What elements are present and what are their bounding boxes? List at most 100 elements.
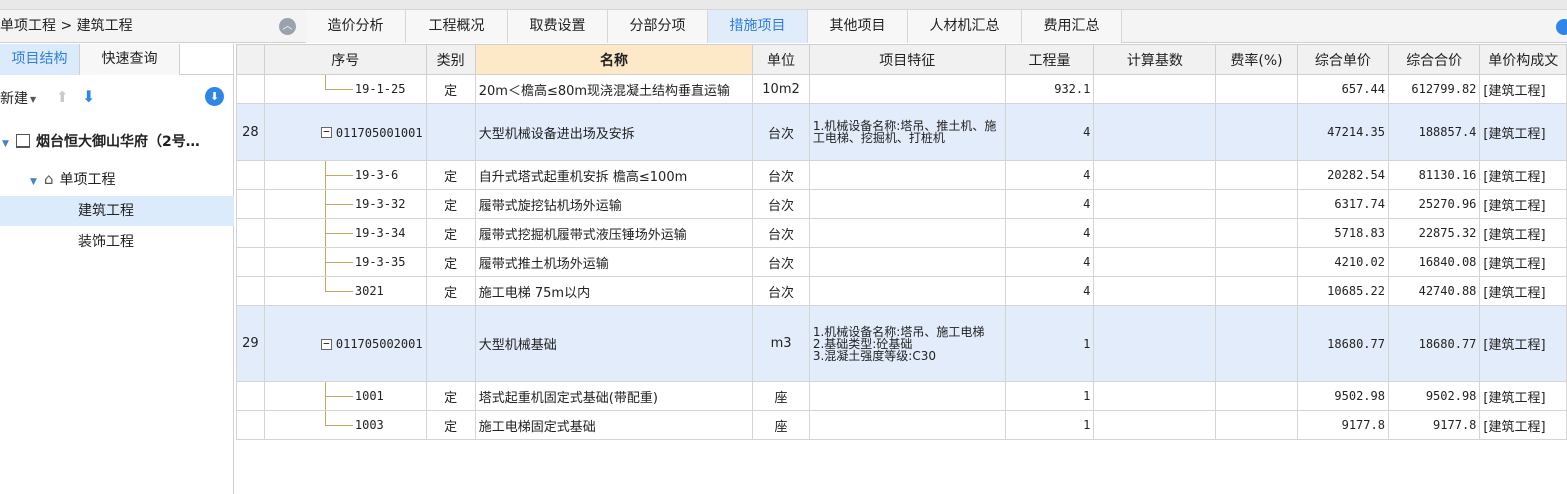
cell-quantity[interactable]: 932.1 bbox=[1004, 74, 1095, 104]
cell-feature[interactable] bbox=[808, 160, 1006, 190]
table-row[interactable]: 1001 定塔式起重机固定式基础(带配重) 座 1 9502.98 9502.98 [建筑工… bbox=[236, 381, 1567, 411]
cell-name[interactable]: 履带式旋挖钻机场外运输 bbox=[474, 189, 754, 219]
tab-cost-analysis[interactable]: 造价分析 bbox=[306, 10, 406, 43]
cell-base[interactable] bbox=[1093, 74, 1217, 104]
collapse-up-icon[interactable]: ︿ bbox=[279, 18, 296, 35]
cell-name[interactable]: 履带式推土机场外运输 bbox=[474, 247, 754, 277]
cell-serial[interactable]: 19-3-35 bbox=[263, 247, 427, 277]
tree-expand-icon[interactable]: ▼ bbox=[2, 129, 16, 159]
cell-unit-price[interactable]: 9177.8 bbox=[1296, 410, 1389, 440]
cell-quantity[interactable]: 4 bbox=[1004, 103, 1095, 161]
tree-item-project-root[interactable]: ▼ 烟台恒大御山华府（2号… bbox=[0, 127, 234, 157]
cell-serial[interactable]: 3021 bbox=[263, 276, 427, 306]
cell-name[interactable]: 履带式挖掘机履带式液压锤场外运输 bbox=[474, 218, 754, 248]
cell-rate[interactable] bbox=[1215, 160, 1298, 190]
cell-feature[interactable] bbox=[808, 276, 1006, 306]
cell-base[interactable] bbox=[1093, 103, 1217, 161]
cell-type[interactable]: 定 bbox=[425, 247, 476, 277]
cell-name[interactable]: 施工电梯 75m以内 bbox=[474, 276, 754, 306]
cell-price-composition[interactable]: [建筑工程] bbox=[1479, 305, 1567, 382]
move-up-icon[interactable]: ⬆ bbox=[56, 88, 69, 106]
cell-feature[interactable] bbox=[808, 247, 1006, 277]
cell-serial[interactable]: 19-1-25 bbox=[263, 74, 427, 104]
cell-rate[interactable] bbox=[1215, 410, 1298, 440]
cell-unit[interactable]: 10m2 bbox=[752, 74, 810, 104]
cell-total-price[interactable]: 188857.4 bbox=[1387, 103, 1481, 161]
cell-feature[interactable] bbox=[808, 189, 1006, 219]
cell-rate[interactable] bbox=[1215, 247, 1298, 277]
cell-feature[interactable] bbox=[808, 74, 1006, 104]
cell-unit[interactable]: 台次 bbox=[752, 103, 810, 161]
cell-rate[interactable] bbox=[1215, 189, 1298, 219]
cell-type[interactable] bbox=[425, 305, 476, 382]
tab-other-items[interactable]: 其他项目 bbox=[808, 10, 908, 43]
cell-total-price[interactable]: 9177.8 bbox=[1387, 410, 1481, 440]
cell-unit-price[interactable]: 5718.83 bbox=[1296, 218, 1389, 248]
table-row[interactable]: 19-3-34 定履带式挖掘机履带式液压锤场外运输 台次 4 5718.83 22875.… bbox=[236, 218, 1567, 248]
cell-quantity[interactable]: 4 bbox=[1004, 160, 1095, 190]
cell-quantity[interactable]: 1 bbox=[1004, 305, 1095, 382]
cell-quantity[interactable]: 4 bbox=[1004, 247, 1095, 277]
cell-unit-price[interactable]: 657.44 bbox=[1296, 74, 1389, 104]
table-row[interactable]: 19-3-35 定履带式推土机场外运输 台次 4 4210.02 16840.08 [建筑工… bbox=[236, 247, 1567, 277]
cell-total-price[interactable]: 25270.96 bbox=[1387, 189, 1481, 219]
cell-unit[interactable]: m3 bbox=[752, 305, 810, 382]
cell-rate[interactable] bbox=[1215, 381, 1298, 411]
cell-price-composition[interactable]: [建筑工程] bbox=[1479, 218, 1567, 248]
cell-type[interactable] bbox=[425, 103, 476, 161]
table-row[interactable]: 19-3-32 定履带式旋挖钻机场外运输 台次 4 6317.74 25270.96 [建筑… bbox=[236, 189, 1567, 219]
cell-unit[interactable]: 台次 bbox=[752, 218, 810, 248]
download-icon[interactable]: ⬇ bbox=[205, 87, 224, 106]
tab-measures[interactable]: 措施项目 bbox=[708, 10, 808, 43]
tab-quick-search[interactable]: 快速查询 bbox=[80, 44, 180, 75]
cell-serial[interactable]: 19-3-32 bbox=[263, 189, 427, 219]
cell-type[interactable]: 定 bbox=[425, 189, 476, 219]
col-header-unit[interactable]: 单位 bbox=[752, 44, 810, 75]
tab-project-structure[interactable]: 项目结构 bbox=[0, 44, 80, 75]
cell-unit-price[interactable]: 20282.54 bbox=[1296, 160, 1389, 190]
collapse-minus-icon[interactable]: − bbox=[320, 338, 332, 350]
cell-base[interactable] bbox=[1093, 247, 1217, 277]
cell-price-composition[interactable]: [建筑工程] bbox=[1479, 189, 1567, 219]
col-header-price-composition[interactable]: 单价构成文 bbox=[1479, 44, 1567, 75]
table-row[interactable]: 1003 定施工电梯固定式基础座 1 9177.8 9177.8 [建筑工程] bbox=[236, 410, 1567, 440]
col-header-total-price[interactable]: 综合合价 bbox=[1387, 44, 1481, 75]
cell-serial[interactable]: −011705001001 bbox=[263, 103, 427, 161]
cell-total-price[interactable]: 81130.16 bbox=[1387, 160, 1481, 190]
tree-item-building-works[interactable]: 建筑工程 bbox=[0, 196, 234, 226]
cell-unit[interactable]: 座 bbox=[752, 381, 810, 411]
tab-sub-items[interactable]: 分部分项 bbox=[608, 10, 708, 43]
cell-unit[interactable]: 座 bbox=[752, 410, 810, 440]
cell-base[interactable] bbox=[1093, 189, 1217, 219]
cell-type[interactable]: 定 bbox=[425, 218, 476, 248]
cell-base[interactable] bbox=[1093, 160, 1217, 190]
col-header-base[interactable]: 计算基数 bbox=[1093, 44, 1217, 75]
cell-price-composition[interactable]: [建筑工程] bbox=[1479, 410, 1567, 440]
cell-serial[interactable]: −011705002001 bbox=[263, 305, 427, 382]
move-down-icon[interactable]: ⬇ bbox=[82, 87, 95, 106]
table-row-group[interactable]: 28−011705001001 大型机械设备进出场及安拆 台次 1.机械设备名称:塔吊… bbox=[236, 103, 1567, 161]
cell-price-composition[interactable]: [建筑工程] bbox=[1479, 381, 1567, 411]
col-header-type[interactable]: 类别 bbox=[425, 44, 476, 75]
cell-quantity[interactable]: 4 bbox=[1004, 218, 1095, 248]
cell-unit[interactable]: 台次 bbox=[752, 276, 810, 306]
col-header-feature[interactable]: 项目特征 bbox=[808, 44, 1006, 75]
cell-base[interactable] bbox=[1093, 276, 1217, 306]
cell-name[interactable]: 大型机械基础 bbox=[474, 305, 754, 382]
cell-unit-price[interactable]: 9502.98 bbox=[1296, 381, 1389, 411]
cell-rate[interactable] bbox=[1215, 276, 1298, 306]
tab-fee-settings[interactable]: 取费设置 bbox=[508, 10, 608, 43]
info-icon[interactable] bbox=[1556, 19, 1567, 35]
cell-type[interactable]: 定 bbox=[425, 381, 476, 411]
cell-name[interactable]: 自升式塔式起重机安拆 檐高≤100m bbox=[474, 160, 754, 190]
cell-total-price[interactable]: 18680.77 bbox=[1387, 305, 1481, 382]
table-row[interactable]: 3021 定施工电梯 75m以内 台次 4 10685.22 42740.88 [建筑工程] bbox=[236, 276, 1567, 306]
cell-total-price[interactable]: 42740.88 bbox=[1387, 276, 1481, 306]
cell-rate[interactable] bbox=[1215, 103, 1298, 161]
cell-price-composition[interactable]: [建筑工程] bbox=[1479, 247, 1567, 277]
cell-base[interactable] bbox=[1093, 410, 1217, 440]
table-row-group[interactable]: 29−011705002001 大型机械基础 m3 1.机械设备名称:塔吊、施工电梯 2… bbox=[236, 305, 1567, 382]
cell-name[interactable]: 塔式起重机固定式基础(带配重) bbox=[474, 381, 754, 411]
cell-base[interactable] bbox=[1093, 381, 1217, 411]
cell-name[interactable]: 施工电梯固定式基础 bbox=[474, 410, 754, 440]
